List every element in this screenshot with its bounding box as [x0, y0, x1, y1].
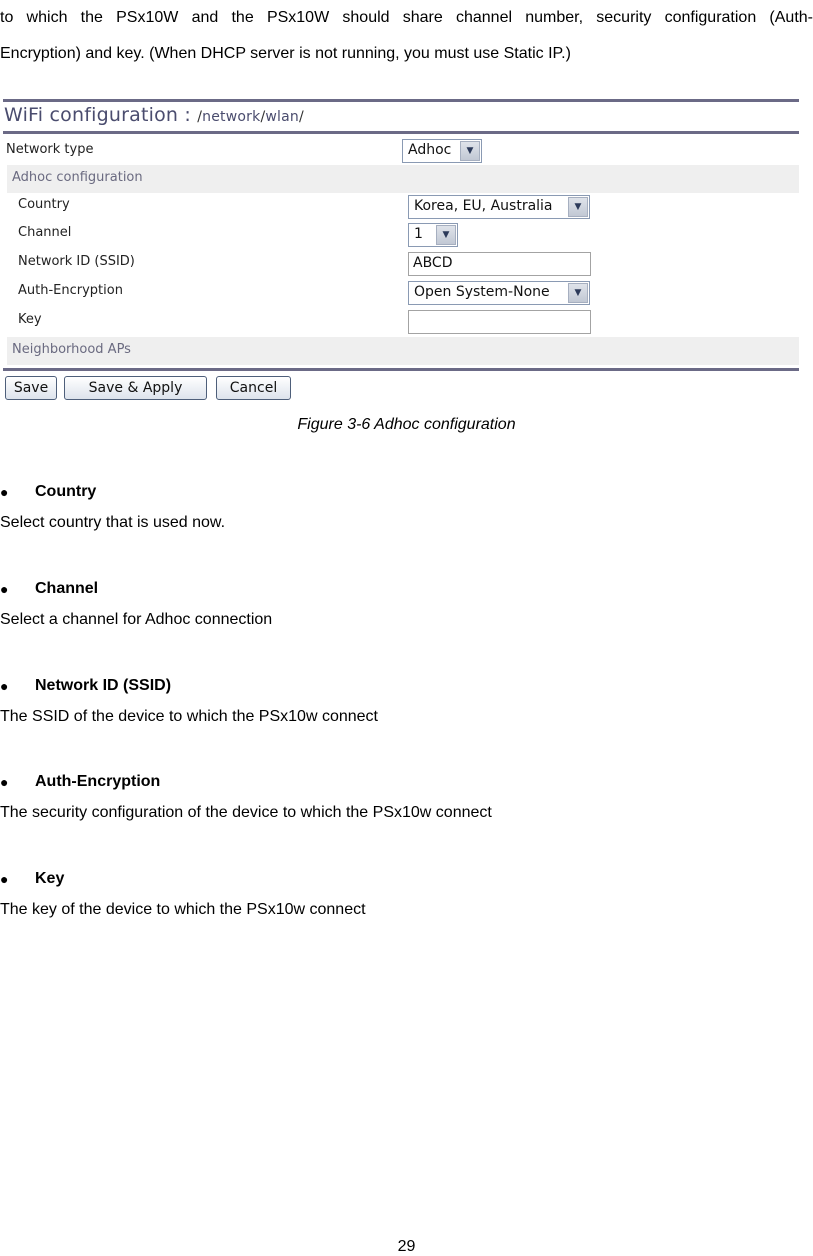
item-name: Key — [35, 870, 65, 887]
neighborhood-aps-header: Neighborhood APs — [7, 337, 799, 365]
item-name: Country — [35, 483, 97, 500]
item-name: Auth-Encryption — [35, 773, 161, 790]
title-divider — [3, 131, 799, 134]
intro-paragraph: to which the PSx10W and the PSx10W shoul… — [0, 0, 813, 72]
auth-encryption-label: Auth-Encryption — [18, 283, 123, 298]
ssid-input[interactable]: ABCD — [408, 252, 591, 276]
chevron-down-icon: ▼ — [568, 283, 588, 303]
item-name: Channel — [35, 580, 99, 597]
bullet-icon: ● — [0, 774, 9, 790]
item-desc: The SSID of the device to which the PSx1… — [0, 708, 378, 725]
bullet-icon: ● — [0, 678, 9, 694]
bullet-icon: ● — [0, 871, 9, 887]
wifi-config-screenshot: WiFi configuration : /network/wlan/ Netw… — [3, 99, 799, 404]
list-item: ● Key The key of the device to which the … — [0, 868, 813, 921]
bullet-icon: ● — [0, 581, 9, 597]
list-item: ● Auth-Encryption The security configurat… — [0, 771, 813, 824]
country-select[interactable]: Korea, EU, Australia ▼ — [408, 195, 590, 219]
page-title: WiFi configuration : /network/wlan/ — [4, 104, 304, 126]
breadcrumb-wlan[interactable]: wlan — [265, 109, 299, 125]
bullet-icon: ● — [0, 484, 9, 500]
auth-encryption-select[interactable]: Open System-None ▼ — [408, 281, 590, 305]
save-button[interactable]: Save — [5, 376, 57, 400]
list-item: ● Network ID (SSID) The SSID of the devic… — [0, 675, 813, 728]
breadcrumb: /network/wlan/ — [197, 109, 304, 125]
title-text: WiFi configuration — [4, 104, 179, 126]
channel-label: Channel — [18, 225, 72, 240]
cancel-button[interactable]: Cancel — [216, 376, 291, 400]
channel-select[interactable]: 1 ▼ — [408, 223, 458, 247]
adhoc-section-header: Adhoc configuration — [7, 165, 799, 193]
page-number: 29 — [397, 1238, 416, 1255]
save-apply-button[interactable]: Save & Apply — [64, 376, 207, 400]
network-type-select[interactable]: Adhoc ▼ — [402, 139, 482, 163]
breadcrumb-network[interactable]: network — [202, 109, 260, 125]
network-type-label: Network type — [6, 142, 94, 157]
bottom-divider — [3, 368, 799, 371]
item-desc: The key of the device to which the PSx10… — [0, 901, 366, 918]
item-desc: Select a channel for Adhoc connection — [0, 611, 273, 628]
key-input[interactable] — [408, 310, 591, 334]
ssid-label: Network ID (SSID) — [18, 254, 135, 269]
chevron-down-icon: ▼ — [568, 197, 588, 217]
intro-line-1: to which the PSx10W and the PSx10W shoul… — [0, 9, 813, 26]
list-item: ● Country Select country that is used now… — [0, 481, 813, 534]
list-item: ● Channel Select a channel for Adhoc conn… — [0, 578, 813, 631]
item-desc: Select country that is used now. — [0, 514, 226, 531]
country-label: Country — [18, 197, 70, 212]
intro-line-2: Encryption) and key. (When DHCP server i… — [0, 45, 571, 62]
chevron-down-icon: ▼ — [436, 225, 456, 245]
top-divider — [3, 99, 799, 102]
item-name: Network ID (SSID) — [35, 677, 172, 694]
item-desc: The security configuration of the device… — [0, 804, 492, 821]
figure-caption: Figure 3-6 Adhoc configuration — [297, 416, 516, 433]
key-label: Key — [18, 312, 42, 327]
chevron-down-icon: ▼ — [460, 141, 480, 161]
